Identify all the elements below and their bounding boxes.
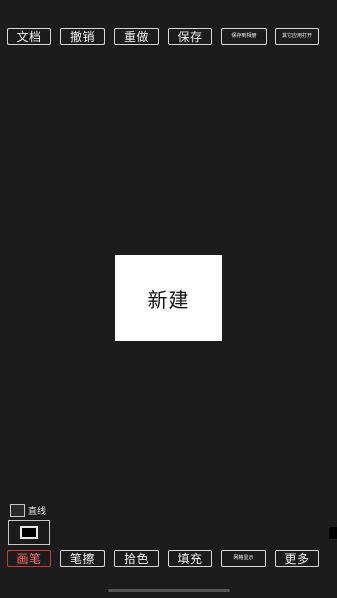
new-document-button[interactable]: 新建 xyxy=(115,255,222,341)
save-button[interactable]: 保存 xyxy=(168,28,212,45)
home-indicator[interactable] xyxy=(108,589,230,592)
color-picker-button[interactable]: 拾色 xyxy=(114,550,159,567)
save-to-album-button[interactable]: 保存到相册 xyxy=(221,28,267,45)
grid-display-button[interactable]: 网格显示 xyxy=(221,550,266,567)
color-swatch-button[interactable] xyxy=(8,520,50,545)
line-checkbox[interactable] xyxy=(10,504,25,517)
current-color-swatch xyxy=(20,526,38,539)
more-button[interactable]: 更多 xyxy=(275,550,319,567)
pen-tool-button[interactable]: 画笔 xyxy=(7,550,51,567)
redo-button[interactable]: 重做 xyxy=(114,28,159,45)
fill-tool-button[interactable]: 填充 xyxy=(168,550,212,567)
document-button[interactable]: 文档 xyxy=(7,28,51,45)
open-with-other-app-button[interactable]: 其它应用打开 xyxy=(275,28,319,45)
edge-handle[interactable] xyxy=(329,527,337,539)
undo-button[interactable]: 撤销 xyxy=(60,28,105,45)
line-toggle[interactable]: 直线 xyxy=(10,504,46,517)
eraser-tool-button[interactable]: 笔擦 xyxy=(60,550,105,567)
line-label: 直线 xyxy=(28,507,47,517)
